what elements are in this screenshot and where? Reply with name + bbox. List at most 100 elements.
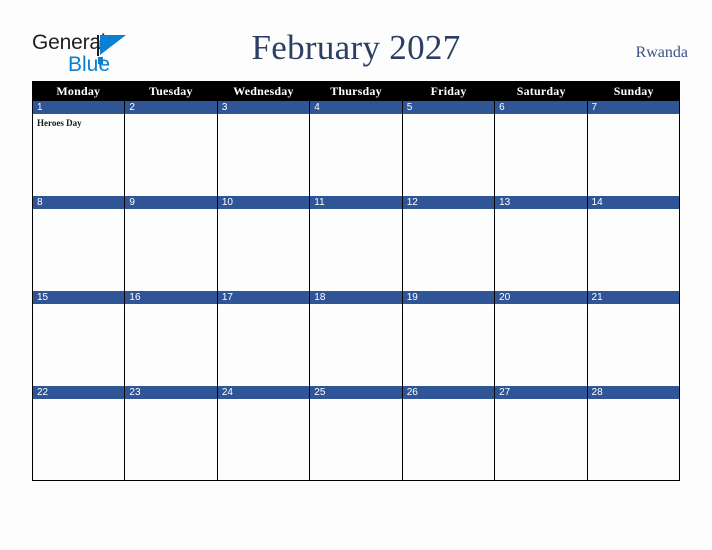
calendar-day-events bbox=[125, 400, 216, 403]
calendar-day-band: 19 bbox=[402, 291, 495, 305]
calendar-day-band: 26 bbox=[402, 386, 495, 400]
calendar-day-number: 26 bbox=[406, 387, 418, 398]
calendar-day-cell[interactable]: 14 bbox=[587, 196, 679, 291]
weekday-header-tuesday: Tuesday bbox=[149, 84, 193, 98]
calendar-day-number: 10 bbox=[221, 197, 233, 208]
calendar-day-cell[interactable]: 4 bbox=[310, 101, 403, 196]
calendar-day-number: 13 bbox=[499, 197, 511, 208]
calendar-day-band: 5 bbox=[402, 101, 495, 115]
calendar-day-events bbox=[218, 400, 309, 403]
calendar-day-events bbox=[310, 115, 401, 118]
calendar-day-band: 14 bbox=[587, 196, 679, 210]
calendar-day-cell[interactable]: 2 bbox=[125, 101, 218, 196]
calendar-day-cell[interactable]: 23 bbox=[125, 386, 218, 480]
calendar-day-band: 15 bbox=[33, 291, 125, 305]
weekday-header-thursday: Thursday bbox=[330, 84, 382, 98]
calendar-day-cell[interactable]: 17 bbox=[217, 291, 311, 386]
calendar-day-number: 28 bbox=[591, 387, 603, 398]
calendar-day-events: Heroes Day bbox=[33, 115, 124, 129]
calendar-day-band: 25 bbox=[310, 386, 402, 400]
calendar-day-number: 16 bbox=[129, 292, 141, 303]
calendar-day-events bbox=[588, 400, 679, 403]
calendar-day-band: 12 bbox=[402, 196, 495, 210]
weekday-header-sunday: Sunday bbox=[613, 84, 654, 98]
calendar-day-number: 9 bbox=[129, 197, 135, 208]
calendar-day-cell[interactable]: 26 bbox=[402, 386, 496, 480]
weekday-header-monday: Monday bbox=[56, 84, 101, 98]
country-label: Rwanda bbox=[635, 44, 688, 61]
calendar-day-cell[interactable]: 10 bbox=[217, 196, 311, 291]
calendar-day-cell[interactable]: 6 bbox=[495, 101, 588, 196]
calendar-day-cell[interactable]: 21 bbox=[587, 291, 679, 386]
calendar-day-band: 17 bbox=[217, 291, 310, 305]
calendar-day-band: 28 bbox=[587, 386, 679, 400]
calendar-day-number: 15 bbox=[37, 292, 49, 303]
calendar-day-number: 3 bbox=[221, 102, 228, 113]
calendar-day-events bbox=[495, 305, 586, 308]
calendar-day-band: 9 bbox=[125, 196, 217, 210]
calendar-week-row: 15 16 17 18 19 20 21 bbox=[32, 291, 680, 386]
weekday-header-row: Monday Tuesday Wednesday Thursday Friday… bbox=[32, 81, 680, 101]
calendar-day-band: 8 bbox=[33, 196, 125, 210]
calendar-day-cell[interactable]: 5 bbox=[402, 101, 496, 196]
calendar-week-row: 22 23 24 25 26 27 28 bbox=[32, 386, 680, 481]
calendar-day-band: 6 bbox=[495, 101, 587, 115]
calendar-day-events bbox=[125, 210, 216, 213]
calendar-day-events bbox=[218, 115, 309, 118]
calendar-day-band: 2 bbox=[125, 101, 217, 115]
calendar-day-band: 11 bbox=[310, 196, 402, 210]
calendar-day-number: 18 bbox=[314, 292, 326, 303]
calendar-day-events bbox=[125, 115, 216, 118]
calendar-day-number: 20 bbox=[499, 292, 511, 303]
calendar-day-cell[interactable]: 25 bbox=[310, 386, 403, 480]
calendar-day-cell[interactable]: 12 bbox=[402, 196, 496, 291]
calendar-day-events bbox=[403, 115, 494, 118]
calendar-day-cell[interactable]: 18 bbox=[310, 291, 403, 386]
calendar-day-band: 18 bbox=[310, 291, 402, 305]
calendar-day-events bbox=[588, 210, 679, 213]
calendar-day-events bbox=[588, 115, 679, 118]
page-title: February 2027 bbox=[251, 28, 461, 67]
calendar-day-events bbox=[218, 210, 309, 213]
calendar-grid: Monday Tuesday Wednesday Thursday Friday… bbox=[32, 81, 680, 481]
calendar-day-band: 22 bbox=[33, 386, 125, 400]
calendar-day-cell[interactable]: 15 bbox=[33, 291, 126, 386]
calendar-day-events bbox=[588, 305, 679, 308]
calendar-day-band: 3 bbox=[217, 101, 310, 115]
calendar-day-cell[interactable]: 28 bbox=[587, 386, 679, 480]
calendar-day-cell[interactable]: 24 bbox=[217, 386, 311, 480]
calendar-day-number: 2 bbox=[129, 102, 135, 113]
calendar-day-events bbox=[403, 210, 494, 213]
calendar-day-cell[interactable]: 8 bbox=[33, 196, 126, 291]
calendar-day-number: 17 bbox=[221, 292, 233, 303]
calendar-day-cell[interactable]: 20 bbox=[495, 291, 588, 386]
calendar-day-band: 1 bbox=[33, 101, 125, 115]
calendar-day-number: 6 bbox=[499, 102, 505, 113]
calendar-day-cell[interactable]: 16 bbox=[125, 291, 218, 386]
calendar-week-row: 1 Heroes Day 2 3 4 5 6 7 bbox=[32, 101, 680, 196]
calendar-weeks: 1 Heroes Day 2 3 4 5 6 7 8 9 10 11 12 13 14 15 16 17 18 19 2… bbox=[32, 101, 680, 481]
calendar-day-cell[interactable]: 9 bbox=[125, 196, 218, 291]
calendar-day-band: 10 bbox=[217, 196, 310, 210]
calendar-day-cell[interactable]: 7 bbox=[587, 101, 679, 196]
calendar-day-cell[interactable]: 1 Heroes Day bbox=[33, 101, 126, 196]
calendar-page: General Blue February 2027 Rwanda Monday… bbox=[0, 0, 712, 550]
calendar-day-cell[interactable]: 19 bbox=[402, 291, 496, 386]
calendar-day-number: 8 bbox=[37, 197, 43, 208]
calendar-day-cell[interactable]: 27 bbox=[495, 386, 588, 480]
calendar-day-events bbox=[403, 400, 494, 403]
calendar-day-number: 7 bbox=[591, 102, 598, 113]
calendar-day-number: 19 bbox=[406, 292, 418, 303]
calendar-holiday-label: Heroes Day bbox=[37, 118, 82, 128]
weekday-header-saturday: Saturday bbox=[516, 84, 566, 98]
weekday-header-friday: Friday bbox=[430, 84, 467, 98]
calendar-day-cell[interactable]: 13 bbox=[495, 196, 588, 291]
calendar-day-events bbox=[310, 210, 401, 213]
calendar-day-cell[interactable]: 11 bbox=[310, 196, 403, 291]
calendar-day-cell[interactable]: 3 bbox=[217, 101, 311, 196]
calendar-day-events bbox=[218, 305, 309, 308]
calendar-day-number: 5 bbox=[406, 102, 413, 113]
calendar-day-number: 4 bbox=[314, 102, 320, 113]
calendar-day-cell[interactable]: 22 bbox=[33, 386, 126, 480]
calendar-day-band: 16 bbox=[125, 291, 217, 305]
